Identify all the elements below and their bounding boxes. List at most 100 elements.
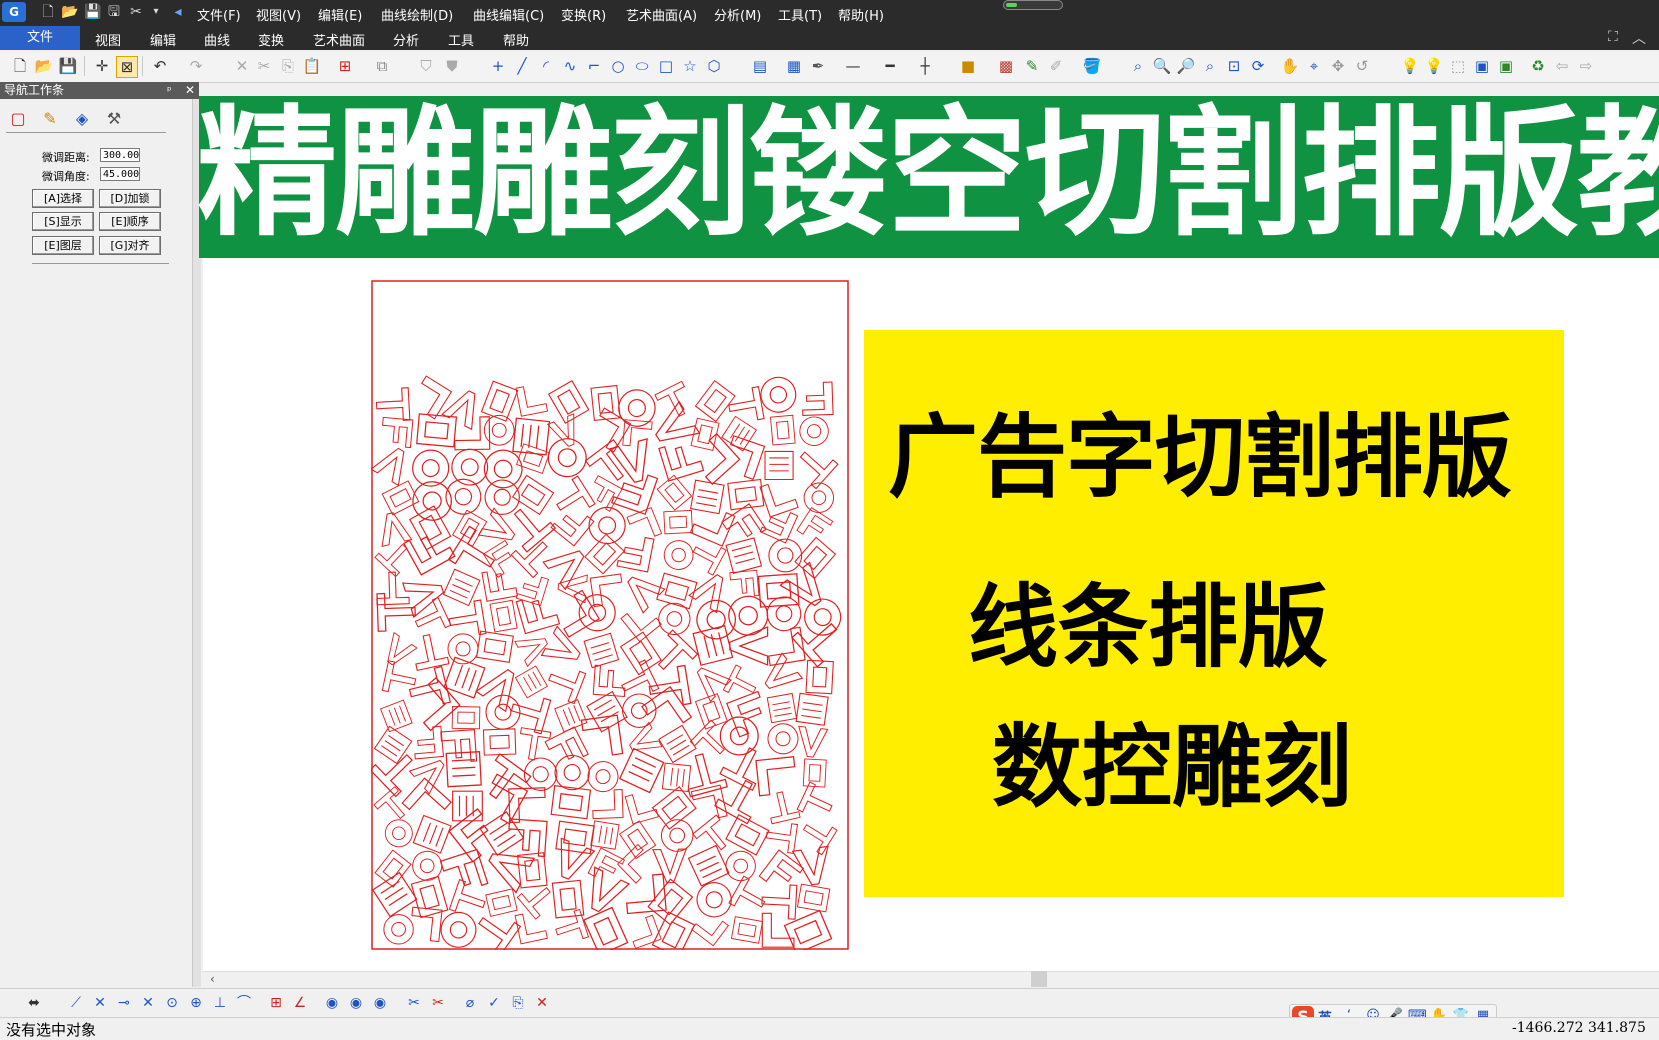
rotate-icon[interactable]: ↺ <box>1352 56 1372 76</box>
close-icon[interactable]: ✕ <box>185 82 195 99</box>
save-as-icon[interactable]: 🖫 <box>106 4 122 20</box>
menu-art-surface[interactable]: 艺术曲面(A) <box>626 5 697 24</box>
lock-icon[interactable]: ▣ <box>1496 56 1516 76</box>
view-side-icon[interactable]: ◉ <box>370 993 390 1013</box>
bulb-green-icon[interactable]: 💡 <box>1424 56 1444 76</box>
show-all-icon[interactable]: ▣ <box>1472 56 1492 76</box>
zoom-in-icon[interactable]: 🔎 <box>1176 56 1196 76</box>
snap-grid-icon[interactable]: ⊞ <box>335 56 355 76</box>
grid-snap-icon[interactable]: ⊞ <box>266 993 286 1013</box>
save-icon[interactable]: 💾 <box>58 56 78 76</box>
angle-snap-icon[interactable]: ∠ <box>290 993 310 1013</box>
brush-icon[interactable]: ✐ <box>1046 56 1066 76</box>
rectangle-icon[interactable]: □ <box>656 56 676 76</box>
zoom-all-icon[interactable]: ⊡ <box>1224 56 1244 76</box>
zoom-dynamic-icon[interactable]: ⌖ <box>1304 56 1324 76</box>
view-top-icon[interactable]: ◉ <box>322 993 342 1013</box>
align-button[interactable]: [G]对齐 <box>99 236 161 255</box>
menu-view[interactable]: 视图(V) <box>256 5 301 24</box>
maximize-icon[interactable]: ⛶ <box>1608 29 1618 45</box>
new-icon[interactable]: 🗋 <box>10 56 30 76</box>
point-icon[interactable]: + <box>488 56 508 76</box>
open-folder-icon[interactable]: 📂 <box>61 4 78 20</box>
menu-file[interactable]: 文件(F) <box>197 5 241 24</box>
nudge-distance-input[interactable]: 300.00 <box>100 148 140 162</box>
ellipse-icon[interactable]: ⬭ <box>632 56 652 76</box>
arc-icon[interactable]: ◜ <box>536 56 556 76</box>
back-arrow-icon[interactable]: ◂ <box>170 4 186 20</box>
hide-icon[interactable]: ⬚ <box>1448 56 1468 76</box>
menu-analysis[interactable]: 分析(M) <box>714 5 761 24</box>
shield-icon[interactable]: ⛉ <box>416 56 436 76</box>
zoom-prev-icon[interactable]: ⌕ <box>1200 56 1220 76</box>
tab-tools[interactable]: 工具 <box>448 30 474 49</box>
nesting-sheet[interactable] <box>371 280 849 950</box>
dropdown-icon[interactable]: ▾ <box>148 4 164 20</box>
tab-help[interactable]: 帮助 <box>503 30 529 49</box>
hatch-icon[interactable]: ▦ <box>784 56 804 76</box>
snap-midpoint-icon[interactable]: ✕ <box>90 993 110 1013</box>
tab-analysis[interactable]: 分析 <box>393 30 419 49</box>
cancel-icon[interactable]: ✕ <box>532 993 552 1013</box>
horizontal-scrollbar[interactable] <box>203 971 1659 988</box>
tab-art-surface[interactable]: 艺术曲面 <box>313 30 365 49</box>
redo-icon[interactable]: ↷ <box>186 56 206 76</box>
zoom-out-icon[interactable]: 🔍 <box>1152 56 1172 76</box>
pan-hand-icon[interactable]: ✋ <box>1280 56 1300 76</box>
copy-props-icon[interactable]: ⎘ <box>508 993 528 1013</box>
tab-curve[interactable]: 曲线 <box>204 30 230 49</box>
trim-icon[interactable]: ✂ <box>404 993 424 1013</box>
bulb-icon[interactable]: 💡 <box>1400 56 1420 76</box>
cut-icon[interactable]: ✂ <box>254 56 274 76</box>
snap-tangent-icon[interactable]: ⌒ <box>234 993 254 1013</box>
edit-tab-icon[interactable]: ✎ <box>36 107 64 131</box>
line-width-icon[interactable]: ━ <box>880 56 900 76</box>
crosshair-icon[interactable]: ✛ <box>92 56 112 76</box>
copy-icon[interactable]: ⎘ <box>278 56 298 76</box>
paint-bucket-icon[interactable]: 🪣 <box>1082 56 1102 76</box>
eyedropper-icon[interactable]: ✎ <box>1022 56 1042 76</box>
zoom-window-icon[interactable]: ⌕ <box>1128 56 1148 76</box>
scroll-thumb[interactable] <box>1031 971 1047 987</box>
tab-edit[interactable]: 编辑 <box>150 30 176 49</box>
scroll-left-icon[interactable]: ‹ <box>210 971 215 987</box>
collapse-ribbon-icon[interactable]: ︿ <box>1632 28 1646 48</box>
measure-icon[interactable]: ⌀ <box>460 993 480 1013</box>
refresh-icon[interactable]: ♻ <box>1528 56 1548 76</box>
menu-curve-edit[interactable]: 曲线编辑(C) <box>473 5 544 24</box>
snap-quadrant-icon[interactable]: ⊕ <box>186 993 206 1013</box>
color-palette-icon[interactable]: ▩ <box>996 56 1016 76</box>
tab-file[interactable]: 文件 <box>0 26 80 50</box>
tab-transform[interactable]: 变换 <box>258 30 284 49</box>
tool-tab-icon[interactable]: ⚒ <box>100 107 128 131</box>
polygon-icon[interactable]: ⬡ <box>704 56 724 76</box>
snap-center-icon[interactable]: ⊙ <box>162 993 182 1013</box>
snap-endpoint-icon[interactable]: ⟋ <box>66 993 86 1013</box>
open-icon[interactable]: 📂 <box>34 56 54 76</box>
view-front-icon[interactable]: ◉ <box>346 993 366 1013</box>
select-box-icon[interactable]: ⊠ <box>116 56 138 78</box>
menu-tools[interactable]: 工具(T) <box>778 5 822 24</box>
point-style-icon[interactable]: ┼ <box>915 56 935 76</box>
star-icon[interactable]: ☆ <box>680 56 700 76</box>
menu-curve-draw[interactable]: 曲线绘制(D) <box>381 5 453 24</box>
circle-icon[interactable]: ○ <box>608 56 628 76</box>
lock-button[interactable]: [D]加锁 <box>99 189 161 208</box>
layer-button[interactable]: [E]图层 <box>32 236 94 255</box>
select-button[interactable]: [A]选择 <box>32 189 94 208</box>
group-icon[interactable]: ⧉ <box>372 56 392 76</box>
layer-tab-icon[interactable]: ▢ <box>4 107 32 131</box>
display-button[interactable]: [S]显示 <box>32 212 94 231</box>
tab-view[interactable]: 视图 <box>95 30 121 49</box>
check-icon[interactable]: ✓ <box>484 993 504 1013</box>
order-button[interactable]: [E]顺序 <box>99 212 161 231</box>
shield-fill-icon[interactable]: ⛊ <box>442 56 462 76</box>
snap-on-line-icon[interactable]: ⊸ <box>114 993 134 1013</box>
snap-mode-icon[interactable]: ⬌ <box>24 993 44 1013</box>
nudge-angle-input[interactable]: 45.000 <box>100 167 140 181</box>
polyline-icon[interactable]: ⌐ <box>584 56 604 76</box>
spline-icon[interactable]: ∿ <box>560 56 580 76</box>
paste-icon[interactable]: 📋 <box>302 56 322 76</box>
app-logo[interactable]: G <box>2 2 26 22</box>
trim-delete-icon[interactable]: ✂ <box>428 993 448 1013</box>
